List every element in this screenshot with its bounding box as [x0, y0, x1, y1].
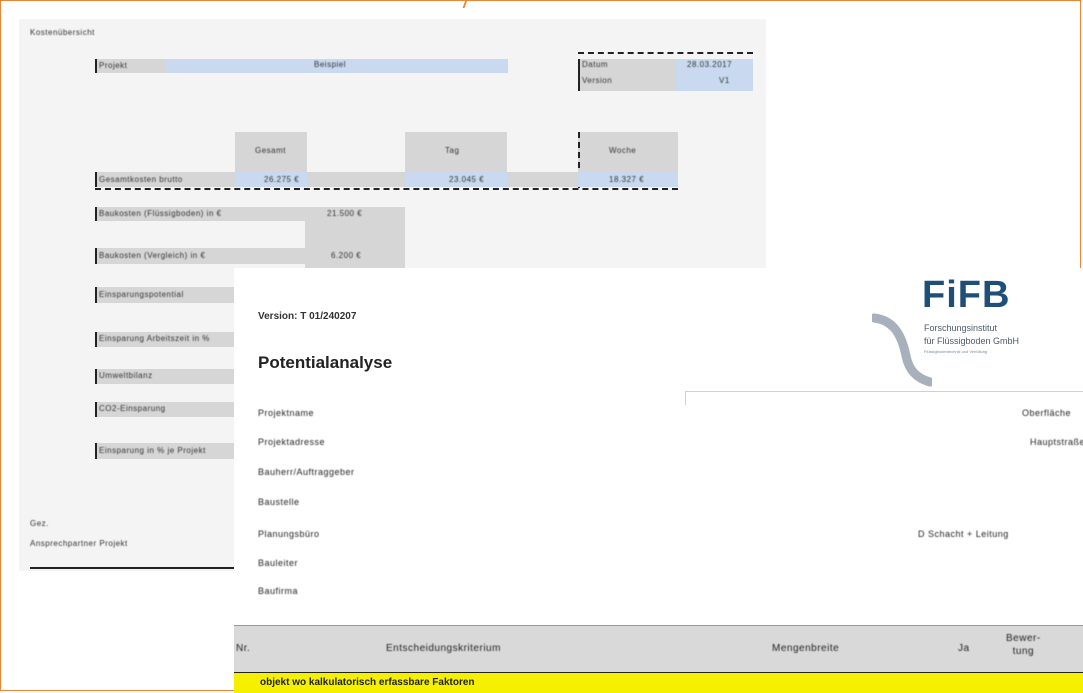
projekt-value: Beispiel	[314, 60, 347, 69]
version-value: V1	[719, 76, 730, 85]
dashed-border	[578, 52, 753, 54]
border	[95, 59, 97, 73]
footer-contact: Ansprechpartner Projekt	[30, 539, 128, 548]
criteria-section-row: objekt wo kalkulatorisch erfassbare Fakt…	[234, 673, 1083, 693]
document-version: Version: T 01/240207	[258, 311, 357, 322]
field-baustelle: Baustelle	[258, 497, 300, 507]
header-nr: Nr.	[236, 643, 251, 654]
field-bauherr: Bauherr/Auftraggeber	[258, 467, 355, 477]
version-label: Version	[582, 76, 613, 85]
sheet-heading: Kostenübersicht	[30, 28, 95, 37]
value-hauptstrasse: Hauptstraße	[1030, 437, 1083, 447]
field-planungsbuero: Planungsbüro	[258, 529, 320, 539]
criteria-section-label: objekt wo kalkulatorisch erfassbare Fakt…	[260, 677, 475, 688]
document-title: Potentialanalyse	[258, 353, 393, 372]
fifb-logo: FiFB Forschungsinstitut für Flüssigboden…	[872, 272, 1083, 387]
col-woche-label: Woche	[609, 146, 637, 155]
field-projektadresse: Projektadresse	[258, 437, 326, 447]
logo-subtitle-3: Flüssigbodentechnik und Verfüllung	[924, 349, 988, 354]
col-tag-label: Tag	[445, 146, 460, 155]
dashed-border	[95, 188, 678, 190]
border	[95, 443, 97, 459]
frame-notch	[462, 0, 468, 8]
potential-analysis-document: Version: T 01/240207 Potentialanalyse Fi…	[234, 268, 1083, 693]
row3-label: Einsparungspotential	[99, 290, 184, 299]
total-label: Gesamtkosten brutto	[99, 175, 183, 184]
border	[95, 402, 97, 417]
field-baufirma: Baufirma	[258, 586, 299, 596]
total-gap-cell	[307, 172, 405, 187]
value-oberflaeche: Oberfläche	[1022, 408, 1072, 418]
field-bauleiter: Bauleiter	[258, 558, 299, 568]
projekt-label: Projekt	[99, 61, 128, 70]
row4-label: Einsparung Arbeitszeit in %	[99, 334, 210, 343]
logo-text: FiFB	[922, 274, 1011, 316]
border	[95, 332, 97, 347]
row6-label: CO2-Einsparung	[99, 404, 166, 413]
row5-label: Umweltbilanz	[99, 371, 153, 380]
border	[95, 207, 97, 221]
logo-subtitle-2: für Flüssigboden GmbH	[924, 336, 1020, 346]
col-gesamt-label: Gesamt	[255, 146, 287, 155]
logo-subtitle-1: Forschungsinstitut	[924, 323, 998, 333]
row7-label: Einsparung in % je Projekt	[99, 446, 206, 455]
bottom-border	[30, 567, 235, 569]
border	[95, 172, 97, 187]
total-b: 23.045 €	[449, 175, 485, 184]
separator	[685, 391, 1083, 392]
header-ja: Ja	[958, 643, 970, 654]
border	[95, 287, 97, 303]
row2-value: 6.200 €	[331, 251, 362, 260]
row1-label: Baukosten (Flüssigboden) in €	[99, 209, 222, 218]
separator-tick	[685, 391, 686, 405]
row2-label: Baukosten (Vergleich) in €	[99, 251, 206, 260]
criteria-table-header: Nr. Entscheidungskriterium Mengenbreite …	[234, 625, 1083, 674]
total-c: 18.327 €	[609, 175, 645, 184]
border	[578, 59, 580, 91]
datum-label: Datum	[582, 60, 609, 69]
header-criteria: Entscheidungskriterium	[386, 643, 501, 654]
header-rating: Bewer- tung	[1006, 633, 1041, 657]
total-a: 26.275 €	[264, 175, 300, 184]
total-gap2-cell	[507, 172, 578, 187]
field-projektname: Projektname	[258, 408, 315, 418]
header-measure: Mengenbreite	[772, 643, 840, 654]
border	[95, 248, 97, 264]
logo-swoosh-icon	[872, 313, 932, 387]
datum-value: 28.03.2017	[687, 60, 733, 69]
footer-gez: Gez.	[30, 519, 49, 528]
row1-value: 21.500 €	[327, 209, 363, 218]
value-schacht: D Schacht + Leitung	[918, 529, 1009, 539]
border	[95, 369, 97, 384]
